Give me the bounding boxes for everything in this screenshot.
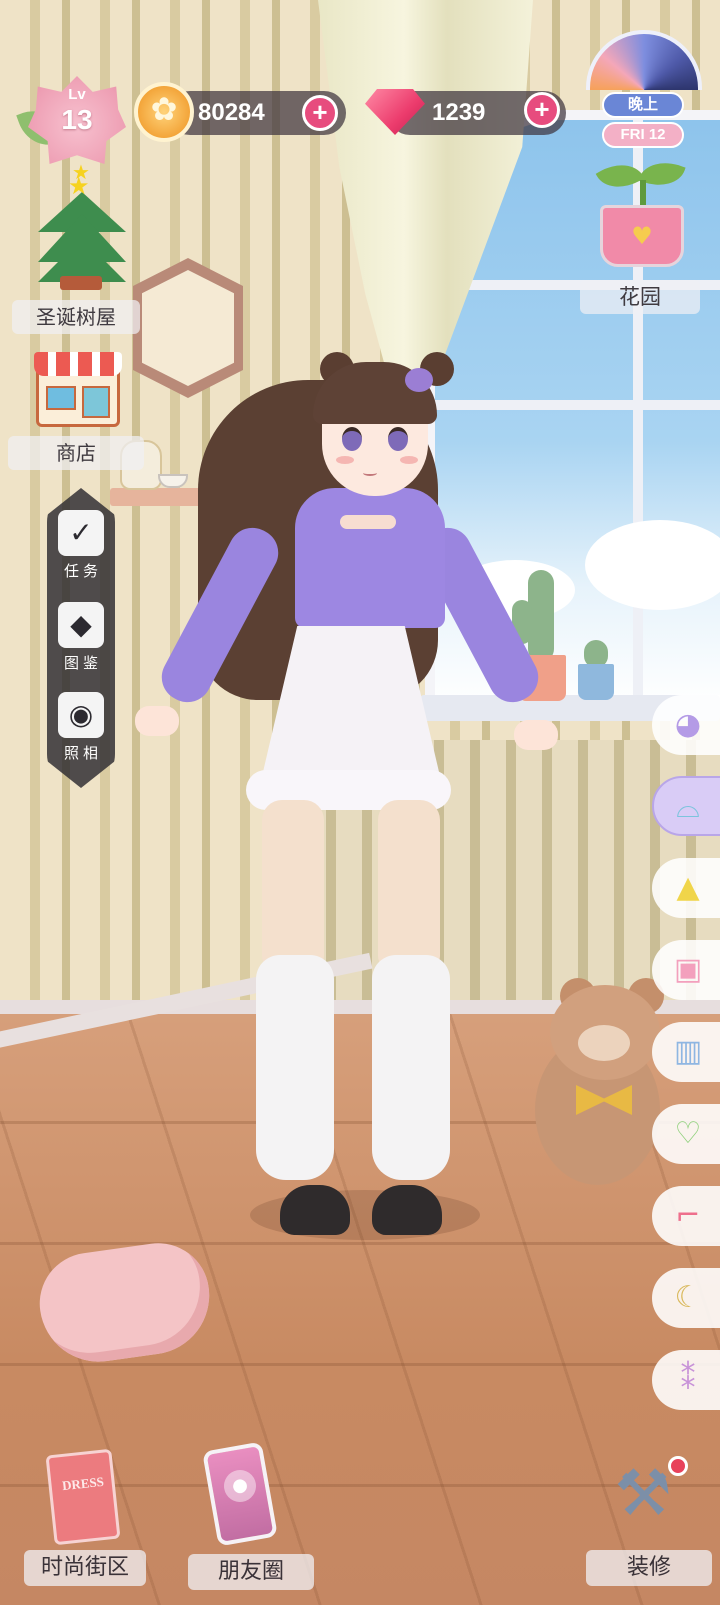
tab-dress[interactable]: ▲ [652, 858, 720, 918]
tasks-label: 任务 [63, 562, 102, 580]
tab-necklace[interactable]: ☾ [652, 1268, 720, 1328]
top-icon: ▣ [673, 952, 703, 987]
shorts-icon: ▥ [673, 1034, 703, 1069]
tasks-button[interactable]: ✓ 任务 [47, 510, 115, 581]
christmas-house-label: 圣诞树屋 [12, 300, 140, 334]
cloud [585, 520, 720, 610]
window-transom-lower [435, 400, 720, 410]
handbag-icon: ♡ [674, 1116, 702, 1151]
camera-label: 照相 [63, 744, 102, 762]
shop-window [46, 386, 76, 410]
leg-warmer [372, 955, 450, 1180]
level-prefix: Lv [68, 86, 86, 103]
camera-icon: ◉ [58, 692, 104, 738]
notification-dot [668, 1456, 688, 1476]
add-coins-button[interactable]: + [302, 95, 338, 131]
christmas-tree-icon: ★ [38, 172, 126, 290]
avatar-mouth [363, 470, 377, 476]
high-heel-icon: ⌐ [675, 1198, 701, 1233]
dress-icon: ▲ [676, 870, 700, 905]
avatar-leg [262, 800, 324, 970]
tab-bottoms[interactable]: ▥ [652, 1022, 720, 1082]
sweater-cutout [340, 515, 396, 529]
friends-circle-label: 朋友圈 [188, 1554, 314, 1590]
loafer-shoe [280, 1185, 350, 1235]
time-period-label: 晚上 [602, 92, 684, 118]
tab-earrings[interactable]: ⁑ [652, 1350, 720, 1410]
flower-pot-icon [600, 205, 684, 267]
level-number: 13 [61, 104, 93, 135]
shop-label: 商店 [8, 436, 144, 470]
coin-icon [134, 82, 194, 142]
tab-bag[interactable]: ♡ [652, 1104, 720, 1164]
dress-card-icon [45, 1448, 121, 1546]
camera-button[interactable]: ◉ 照相 [47, 692, 115, 763]
leg-warmer [256, 955, 334, 1180]
collection-book-icon: ◆ [58, 602, 104, 648]
teddy-bear-snout [578, 1025, 630, 1061]
avatar-right-hand [514, 720, 558, 750]
tab-top[interactable]: ▣ [652, 940, 720, 1000]
shop-awning [34, 352, 122, 376]
collection-label: 图鉴 [63, 654, 102, 672]
avatar-blush [400, 456, 418, 464]
avatar-eye [388, 427, 408, 451]
tree-pot [60, 276, 102, 290]
avatar-sweater [295, 488, 445, 628]
decorate-label: 装修 [586, 1550, 712, 1586]
avatar-eye [342, 427, 362, 451]
weekday-date-label: FRI 12 [602, 122, 684, 148]
shop-door [82, 386, 110, 418]
avatar-blush [336, 456, 354, 464]
earrings-icon: ⁑ [680, 1362, 696, 1397]
avatar-left-hand [135, 706, 179, 736]
add-gems-button[interactable]: + [524, 92, 560, 128]
hair-icon: ◕ [674, 707, 702, 742]
garden-label: 花园 [580, 280, 700, 314]
avatar-leg [378, 800, 440, 970]
tab-hat[interactable]: ⌓ [652, 776, 720, 836]
loafer-shoe [372, 1185, 442, 1235]
fashion-street-label: 时尚街区 [24, 1550, 146, 1586]
tab-hair[interactable]: ◕ [652, 695, 720, 755]
necklace-icon: ☾ [674, 1280, 702, 1315]
flower-painting [142, 270, 234, 386]
collection-button[interactable]: ◆ 图鉴 [47, 602, 115, 673]
small-cactus-pot [578, 664, 614, 700]
flower-hairclip [405, 368, 433, 392]
sprout-icon [595, 153, 688, 212]
hat-icon: ⌓ [676, 790, 700, 825]
tab-shoes[interactable]: ⌐ [652, 1186, 720, 1246]
clipboard-check-icon: ✓ [58, 510, 104, 556]
